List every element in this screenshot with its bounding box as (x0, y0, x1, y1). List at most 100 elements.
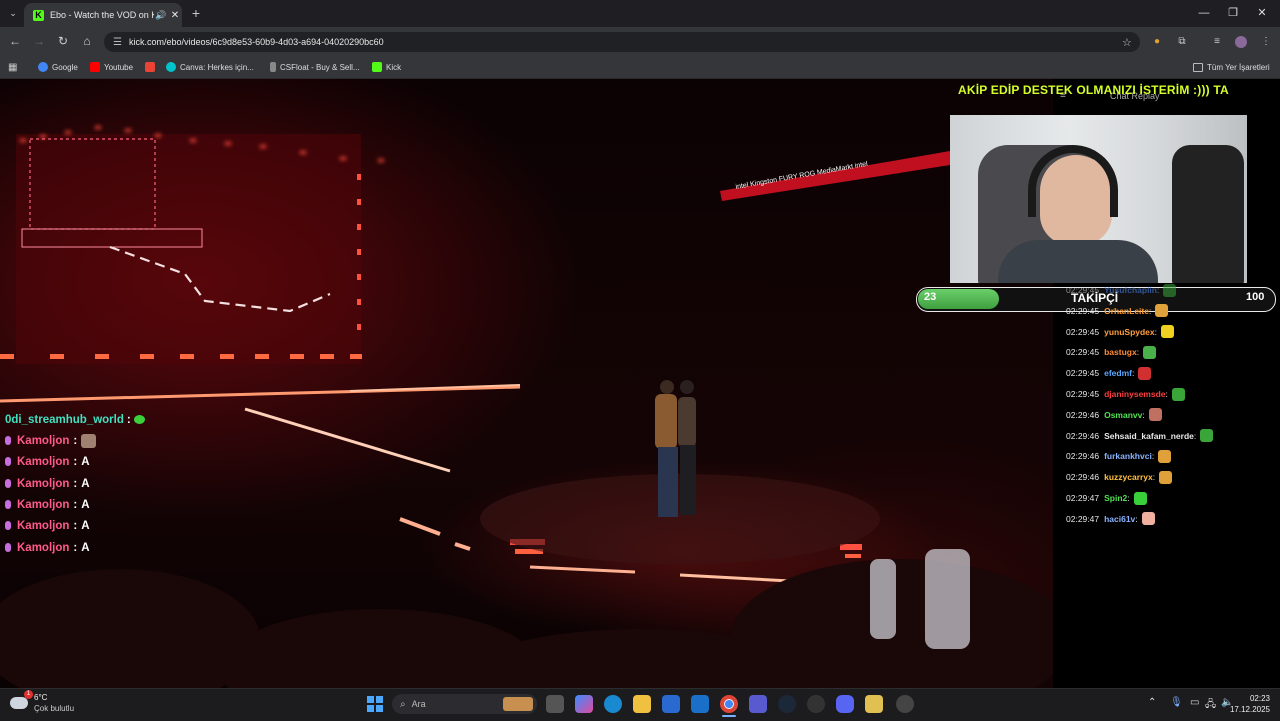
chat-username[interactable]: bastugx (1104, 347, 1137, 357)
start-windows-icon[interactable] (367, 696, 383, 712)
gaming-chair (1172, 145, 1244, 283)
chat-timestamp: 02:29:45 (1066, 285, 1100, 295)
chat-username[interactable]: furkankhvci (1104, 451, 1152, 461)
csfloat-icon (270, 62, 276, 72)
store-icon[interactable] (662, 695, 680, 713)
home-icon[interactable]: ⌂ (80, 34, 94, 48)
speaker-icon[interactable]: 🔊 (154, 10, 168, 21)
profile-avatar-icon[interactable] (1235, 36, 1247, 48)
bookmark-label: Kick (386, 62, 402, 72)
bookmark-google[interactable]: Google (38, 60, 78, 74)
copilot-icon[interactable] (575, 695, 593, 713)
youtube-icon (90, 62, 100, 72)
chat-username[interactable]: Yusufchaplin (1104, 285, 1157, 295)
all-bookmarks[interactable]: Tüm Yer İşaretleri (1193, 60, 1270, 74)
display-tray-icon[interactable]: ▭ (1190, 697, 1199, 708)
pinned-app-icon[interactable] (865, 695, 883, 713)
reload-icon[interactable]: ↻ (56, 34, 70, 48)
bookmark-canva[interactable]: Canva: Herkes için... (166, 60, 254, 74)
outlook-icon[interactable] (691, 695, 709, 713)
back-icon[interactable]: ← (8, 34, 22, 48)
chat-colon: : (1148, 305, 1152, 316)
menu-kebab-icon[interactable]: ⋮ (1260, 36, 1272, 48)
launcher-icon[interactable] (896, 695, 914, 713)
green-emote-icon (133, 415, 145, 424)
chat-timestamp: 02:29:45 (1066, 326, 1100, 337)
chat-username[interactable]: Spin2 (1104, 493, 1127, 503)
bookmark-star-icon[interactable]: ☆ (1122, 36, 1140, 49)
chat-message: 02:29:45 yunuSpydex: (1066, 324, 1175, 340)
chat-message: 02:29:45 djaninysemsde: (1066, 386, 1185, 402)
stage-scene: intel Kingston FURY ROG MediaMarkt intel (0, 126, 1053, 688)
app-icon[interactable] (807, 695, 825, 713)
tray-chevron-icon[interactable]: ⌃ (1148, 697, 1156, 708)
apps-grid-icon[interactable]: ▦ (8, 60, 17, 74)
overlay-chat-message: Kamoljon: A (5, 517, 90, 534)
chat-username[interactable]: efedmf (1104, 368, 1132, 378)
tab-search-button[interactable]: ⌄ (6, 6, 20, 20)
restore-button[interactable]: ❐ (1223, 5, 1243, 21)
steam-icon[interactable] (778, 695, 796, 713)
goal-max: 100 (1246, 291, 1265, 303)
extension-icon[interactable]: ● (1151, 36, 1163, 48)
chat-username[interactable]: djaninysemsde (1104, 389, 1165, 399)
scrolling-marquee: AKİP EDİP DESTEK OLMANIZI İSTERİM :))) T… (958, 83, 1229, 97)
taskbar-search[interactable]: ⌕ Ara (392, 694, 537, 714)
chat-message: 02:29:47 haci61v: (1066, 511, 1155, 527)
edge-icon[interactable] (604, 695, 622, 713)
extensions-puzzle-icon[interactable]: ⧉ (1176, 36, 1188, 48)
cloud-icon (10, 697, 28, 709)
teams-icon[interactable] (749, 695, 767, 713)
microphone-icon (5, 500, 11, 509)
chat-emote-icon (1161, 325, 1175, 339)
discord-icon[interactable] (836, 695, 854, 713)
minimize-button[interactable]: — (1194, 5, 1214, 21)
chat-username[interactable]: OrhanLeite (1104, 306, 1149, 316)
chat-message: 02:29:47 Spin2: (1066, 490, 1147, 506)
bookmark-kick[interactable]: Kick (372, 60, 401, 74)
chat-colon: : (1157, 285, 1160, 295)
forward-icon[interactable]: → (32, 34, 46, 48)
bookmark-gmail[interactable] (145, 60, 159, 74)
file-explorer-icon[interactable] (633, 695, 651, 713)
chat-timestamp: 02:29:45 (1066, 389, 1100, 399)
chat-username[interactable]: Sehsaid_kafam_nerde (1104, 431, 1194, 441)
microphone-icon (5, 479, 11, 488)
clock-date: 17.12.2025 (1229, 705, 1270, 714)
chat-message: 02:29:46 Sehsaid_kafam_nerde: (1066, 428, 1214, 444)
overlay-chat-user: Kamoljon (17, 498, 70, 511)
overlay-chat-user: Kamoljon (17, 434, 70, 447)
overlay-chat-header-user: 0di_streamhub_world (5, 413, 124, 426)
chat-colon: : (1154, 326, 1158, 337)
weather-desc: Çok bulutlu (34, 704, 75, 713)
bookmark-csfloat[interactable]: CSFloat - Buy & Sell... (270, 60, 360, 74)
chat-username[interactable]: haci61v (1104, 514, 1135, 524)
chat-username[interactable]: yunuSpydex (1104, 327, 1155, 337)
chat-username[interactable]: kuzzycarryx (1104, 472, 1153, 482)
chat-emote-icon (1155, 304, 1169, 318)
microphone-icon (5, 521, 11, 530)
chrome-icon[interactable] (720, 695, 738, 713)
weather-badge: 1 (24, 690, 33, 699)
video-player[interactable]: intel Kingston FURY ROG MediaMarkt intel… (0, 79, 1053, 688)
clock[interactable]: 02:23 17.12.2025 (1226, 693, 1270, 715)
weather-widget[interactable]: 1 6°C Çok bulutlu (10, 690, 75, 714)
browser-tab[interactable]: K Ebo - Watch the VOD on Ki 🔊 ✕ (24, 3, 182, 27)
close-tab-icon[interactable]: ✕ (168, 10, 182, 21)
address-bar[interactable]: ☰ kick.com/ebo/videos/6c9d8e53-60b9-4d03… (104, 32, 1140, 52)
canva-icon (166, 62, 176, 72)
overlay-chat-user: Kamoljon (17, 541, 70, 554)
site-info-icon[interactable]: ☰ (113, 37, 123, 48)
reading-list-icon[interactable]: ≡ (1211, 36, 1223, 48)
bookmark-label: CSFloat - Buy & Sell... (280, 62, 360, 72)
task-view-icon[interactable] (546, 695, 564, 713)
bookmark-youtube[interactable]: Youtube (90, 60, 133, 74)
new-tab-button[interactable]: + (188, 5, 204, 21)
chat-username[interactable]: Osmanvv (1104, 410, 1142, 420)
chat-colon: : (1136, 347, 1140, 358)
mic-tray-icon[interactable]: 🎙 (1170, 697, 1183, 708)
close-window-button[interactable]: ✕ (1252, 5, 1272, 21)
overlay-chat-message: Kamoljon: A (5, 539, 90, 556)
overlay-chat-text: A (81, 498, 90, 511)
network-icon[interactable]: 🖧 (1205, 697, 1216, 714)
